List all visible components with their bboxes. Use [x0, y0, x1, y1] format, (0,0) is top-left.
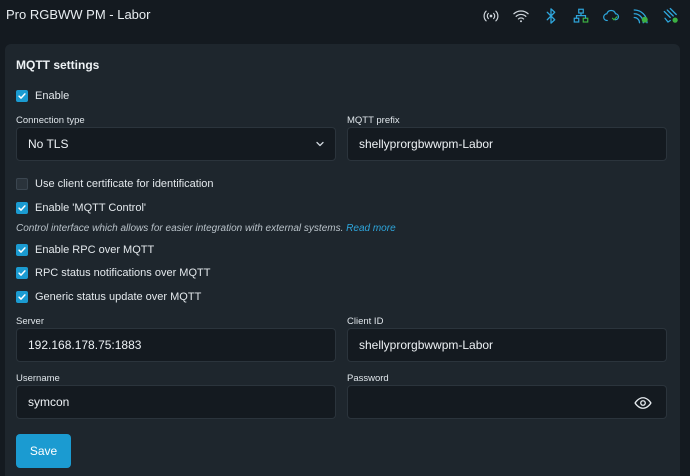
mqtt-settings-panel: MQTT settings Enable Connection type No …	[5, 44, 680, 476]
enable-label: Enable	[35, 90, 70, 102]
chevron-down-icon	[316, 141, 324, 147]
rpc-status-checkbox[interactable]	[16, 267, 28, 279]
generic-status-label: Generic status update over MQTT	[35, 291, 202, 303]
wifi-icon[interactable]	[512, 7, 530, 25]
generic-status-checkbox[interactable]	[16, 291, 28, 303]
enable-checkbox[interactable]	[16, 90, 28, 102]
top-bar: Pro RGBWW PM - Labor	[0, 0, 690, 34]
client-id-input[interactable]: shellyprorgbwwpm-Labor	[347, 328, 667, 362]
mqtt-icon[interactable]	[632, 7, 650, 25]
password-input[interactable]	[347, 385, 667, 419]
client-id-value: shellyprorgbwwpm-Labor	[359, 338, 494, 352]
websocket-icon[interactable]	[662, 7, 680, 25]
username-label: Username	[16, 373, 60, 384]
server-value: 192.168.178.75:1883	[28, 338, 142, 352]
client-cert-label: Use client certificate for identificatio…	[35, 178, 214, 190]
username-input[interactable]: symcon	[16, 385, 336, 419]
app-title: Pro RGBWW PM - Labor	[6, 7, 151, 22]
mqtt-control-checkbox[interactable]	[16, 202, 28, 214]
client-cert-checkbox[interactable]	[16, 178, 28, 190]
cloud-icon[interactable]	[602, 7, 620, 25]
connection-type-select[interactable]: No TLS	[16, 127, 336, 161]
client-cert-checkbox-row[interactable]: Use client certificate for identificatio…	[16, 178, 214, 190]
rpc-checkbox-row[interactable]: Enable RPC over MQTT	[16, 244, 154, 256]
connection-type-value: No TLS	[28, 137, 69, 151]
rpc-checkbox[interactable]	[16, 244, 28, 256]
mqtt-prefix-value: shellyprorgbwwpm-Labor	[359, 137, 494, 151]
generic-status-checkbox-row[interactable]: Generic status update over MQTT	[16, 291, 201, 303]
signal-icon[interactable]	[482, 7, 500, 25]
mqtt-control-hint: Control interface which allows for easie…	[16, 223, 396, 234]
connection-type-label: Connection type	[16, 115, 85, 126]
mqtt-control-checkbox-row[interactable]: Enable 'MQTT Control'	[16, 202, 146, 214]
save-button[interactable]: Save	[16, 434, 71, 468]
rpc-status-checkbox-row[interactable]: RPC status notifications over MQTT	[16, 267, 210, 279]
password-label: Password	[347, 373, 389, 384]
ethernet-icon[interactable]	[572, 7, 590, 25]
client-id-label: Client ID	[347, 316, 384, 327]
mqtt-prefix-input[interactable]: shellyprorgbwwpm-Labor	[347, 127, 667, 161]
panel-title: MQTT settings	[16, 58, 100, 72]
username-value: symcon	[28, 395, 70, 409]
rpc-label: Enable RPC over MQTT	[35, 244, 155, 256]
bluetooth-icon[interactable]	[542, 7, 560, 25]
enable-checkbox-row[interactable]: Enable	[16, 90, 69, 102]
rpc-status-label: RPC status notifications over MQTT	[35, 267, 211, 279]
read-more-link[interactable]: Read more	[346, 223, 395, 234]
hint-text: Control interface which allows for easie…	[16, 223, 344, 234]
mqtt-control-label: Enable 'MQTT Control'	[35, 202, 146, 214]
server-input[interactable]: 192.168.178.75:1883	[16, 328, 336, 362]
status-icons	[482, 7, 680, 25]
mqtt-prefix-label: MQTT prefix	[347, 115, 400, 126]
eye-icon[interactable]	[634, 394, 652, 412]
server-label: Server	[16, 316, 44, 327]
